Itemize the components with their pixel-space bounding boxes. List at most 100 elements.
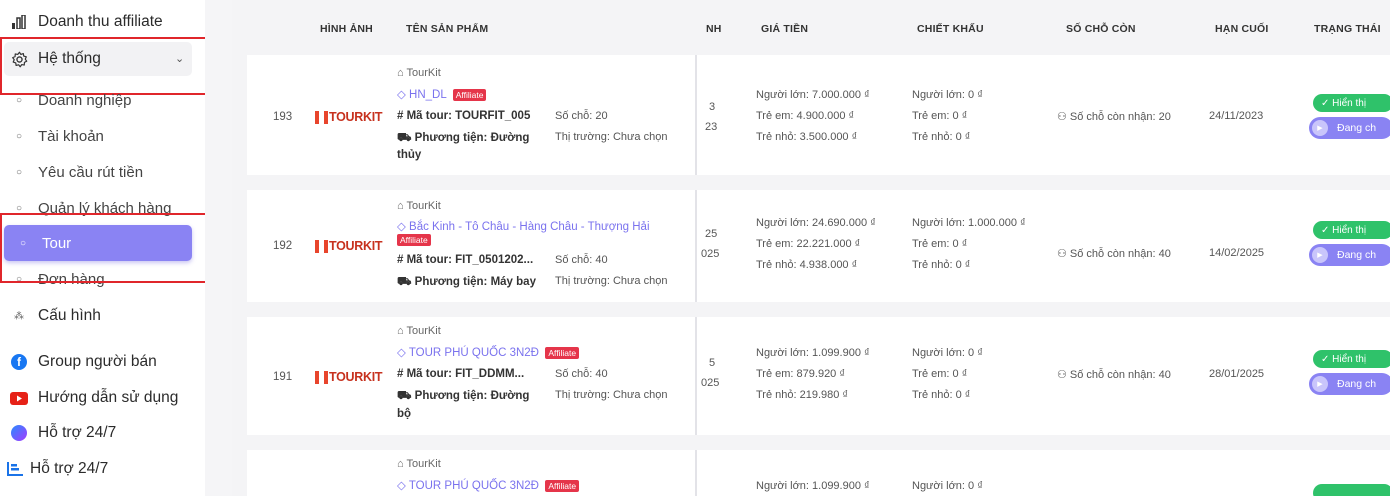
building-icon: ⌂ (397, 458, 407, 470)
header-deadline: HẠN CUỐI (1215, 23, 1269, 35)
product-name-link[interactable]: ◇ Bắc Kinh - Tô Châu - Hàng Châu - Thượn… (397, 219, 650, 233)
header-partial: NH (706, 23, 722, 35)
sidebar-item-affiliate-revenue[interactable]: Doanh thu affiliate (0, 10, 200, 34)
seats: Số chỗ: 40 (555, 368, 608, 380)
vendor-name: ⌂ TourKit (397, 325, 441, 337)
circle-icon: ○ (15, 202, 23, 214)
affiliate-badge: Affiliate (545, 346, 580, 359)
deadline: 14/02/2025 (1209, 247, 1265, 259)
sidebar-item-withdraw-requests[interactable]: ○ Yêu cầu rút tiền (0, 160, 200, 184)
affiliate-badge: Affiliate (452, 88, 487, 101)
youtube-icon (4, 391, 34, 405)
running-status-button[interactable]: ▶ Đang ch (1309, 117, 1390, 139)
sidebar-item-label: Hướng dẫn sử dụng (38, 389, 179, 406)
running-status-button[interactable]: ▶ Đang ch (1309, 244, 1390, 266)
transport-line2: bộ (397, 408, 412, 420)
product-name-link[interactable]: ◇ TOUR PHÚ QUỐC 3N2Đ Affiliate (397, 478, 580, 492)
header-status: TRẠNG THÁI (1314, 23, 1381, 35)
price-child: Trẻ em: 22.221.000 ₫ (756, 238, 861, 250)
visible-status-toggle[interactable]: ✓ Hiển thị (1313, 94, 1390, 112)
transport: ⛟ Phương tiện: Máy bay (397, 276, 536, 288)
sidebar-item-system[interactable]: Hệ thống ⌄ (0, 46, 200, 72)
discount-child: Trẻ em: 0 ₫ (912, 238, 968, 250)
seats: Số chỗ: 20 (555, 110, 608, 122)
product-name-link[interactable]: ◇ HN_DL Affiliate (397, 87, 487, 101)
sidebar-item-label: Doanh thu affiliate (38, 13, 163, 30)
sidebar-item-business[interactable]: ○ Doanh nghiệp (0, 88, 200, 112)
header-discount: CHIẾT KHẤU (917, 23, 984, 35)
sidebar-item-label: Tài khoản (38, 127, 104, 145)
tag-icon: ◇ (397, 347, 409, 359)
circle-icon: ○ (15, 94, 23, 106)
slots-remaining: ⚇ Số chỗ còn nhận: 40 (1057, 369, 1171, 381)
table-row[interactable]: 193 TOURKIT ⌂ TourKit ◇ HN_DL Affiliate … (247, 55, 1390, 175)
sidebar-item-config[interactable]: ⁂ Cấu hình (0, 304, 200, 328)
slots-remaining: ⚇ Số chỗ còn nhận: 20 (1057, 111, 1171, 123)
discount-adult: Người lớn: 0 ₫ (912, 347, 983, 359)
sidebar-gutter (205, 0, 232, 496)
product-name-link[interactable]: ◇ TOUR PHÚ QUỐC 3N2Đ Affiliate (397, 345, 580, 359)
gear-icon (4, 51, 34, 68)
price-child: Trẻ em: 4.900.000 ₫ (756, 110, 855, 122)
seats: Số chỗ: 40 (555, 254, 608, 266)
sidebar-item-support-chart[interactable]: Hỗ trợ 24/7 (0, 457, 200, 481)
visible-status-toggle[interactable]: ✓ Hiển thị (1313, 221, 1390, 239)
sidebar-item-guide[interactable]: Hướng dẫn sử dụng (0, 386, 200, 410)
sidebar-item-customers[interactable]: ○ Quản lý khách hàng (0, 196, 200, 220)
column-divider (695, 55, 697, 175)
discount-infant: Trẻ nhỏ: 0 ₫ (912, 131, 971, 143)
table-row[interactable]: 191 TOURKIT ⌂ TourKit ◇ TOUR PHÚ QUỐC 3N… (247, 317, 1390, 435)
row-id: 191 (273, 371, 293, 383)
sidebar-item-orders[interactable]: ○ Đơn hàng (0, 267, 200, 291)
transport-line2: thủy (397, 149, 422, 161)
bus-icon: ⛟ (397, 390, 415, 402)
partial-col: 3 (709, 101, 716, 113)
partial-col: 025 (701, 377, 720, 389)
header-slots: SỐ CHỖ CÒN (1066, 23, 1136, 35)
running-status-button[interactable]: ▶ Đang ch (1309, 373, 1390, 395)
discount-adult: Người lớn: 0 ₫ (912, 89, 983, 101)
price-adult: Người lớn: 1.099.900 ₫ (756, 480, 870, 492)
price-adult: Người lớn: 1.099.900 ₫ (756, 347, 870, 359)
row-id: 193 (273, 111, 293, 123)
sidebar: Doanh thu affiliate Hệ thống ⌄ ○ Doanh n… (0, 0, 214, 496)
partial-col: 23 (705, 121, 718, 133)
sidebar-item-label: Hệ thống (38, 50, 101, 67)
discount-child: Trẻ em: 0 ₫ (912, 110, 968, 122)
column-divider (695, 190, 697, 302)
tourkit-logo: TOURKIT (315, 370, 383, 384)
users-icon: ⚇ (1057, 369, 1070, 381)
sidebar-item-tour[interactable]: ○ Tour (4, 225, 192, 261)
discount-infant: Trẻ nhỏ: 0 ₫ (912, 389, 971, 401)
table-row[interactable]: 192 TOURKIT ⌂ TourKit ◇ Bắc Kinh - Tô Ch… (247, 190, 1390, 302)
transport: ⛟ Phương tiện: Đường (397, 390, 530, 402)
sidebar-item-label: Cấu hình (38, 307, 101, 324)
market: Thị trường: Chưa chọn (555, 275, 668, 287)
visible-status-toggle[interactable] (1313, 484, 1390, 496)
sidebar-item-seller-group[interactable]: f Group người bán (0, 350, 200, 374)
app-root: Doanh thu affiliate Hệ thống ⌄ ○ Doanh n… (0, 0, 1390, 496)
visible-status-toggle[interactable]: ✓ Hiển thị (1313, 350, 1390, 368)
vendor-name: ⌂ TourKit (397, 458, 441, 470)
tag-icon: ◇ (397, 480, 409, 492)
table-row[interactable]: ⌂ TourKit ◇ TOUR PHÚ QUỐC 3N2Đ Affiliate… (247, 450, 1390, 496)
tour-code: # Mã tour: TOURFIT_005 (397, 110, 531, 122)
price-infant: Trẻ nhỏ: 4.938.000 ₫ (756, 259, 858, 271)
circle-icon: ○ (15, 130, 23, 142)
price-infant: Trẻ nhỏ: 219.980 ₫ (756, 389, 849, 401)
transport: ⛟ Phương tiện: Đường (397, 132, 530, 144)
bar-chart-icon (4, 15, 34, 29)
play-icon: ▶ (1312, 120, 1328, 136)
users-icon: ⚇ (1057, 248, 1070, 260)
vendor-name: ⌂ TourKit (397, 67, 441, 79)
sidebar-item-label: Hỗ trợ 24/7 (30, 460, 109, 477)
discount-adult: Người lớn: 0 ₫ (912, 480, 983, 492)
deadline: 28/01/2025 (1209, 368, 1265, 380)
partial-col: 25 (705, 228, 718, 240)
sidebar-item-label: Group người bán (38, 353, 157, 370)
price-child: Trẻ em: 879.920 ₫ (756, 368, 846, 380)
users-icon: ⚇ (1057, 111, 1070, 123)
sidebar-item-support-messenger[interactable]: Hỗ trợ 24/7 (0, 421, 200, 445)
sidebar-item-accounts[interactable]: ○ Tài khoản (0, 124, 200, 148)
sidebar-item-label: Quản lý khách hàng (38, 199, 172, 217)
